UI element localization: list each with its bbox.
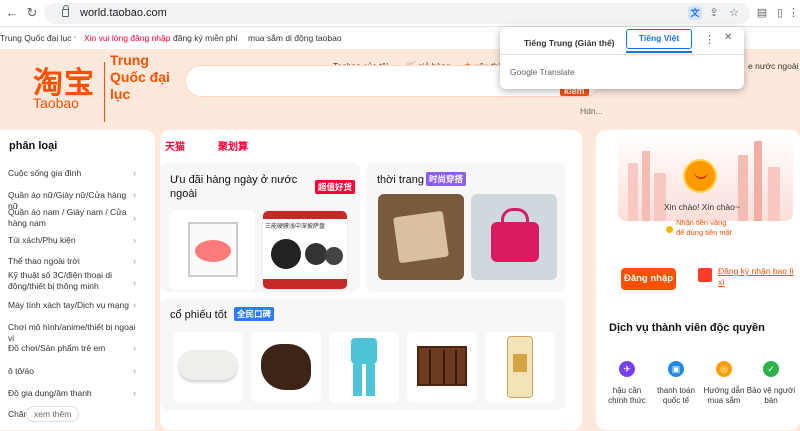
active-tab-indicator <box>626 51 692 53</box>
category-item[interactable]: Chơi mô hình/anime/thiết bị ngoại vi <box>8 322 138 344</box>
pillow-image[interactable] <box>173 332 243 402</box>
overseas-link[interactable]: e nước ngoài <box>748 61 799 71</box>
reload-icon[interactable]: ↻ <box>24 5 40 21</box>
wallet-product-image[interactable] <box>378 194 464 280</box>
category-item[interactable]: ô tô/áo <box>8 366 138 377</box>
tab-tmall[interactable]: 天猫 <box>165 138 185 153</box>
chevron-down-icon: ⌄ <box>72 33 78 40</box>
logo-divider <box>104 62 105 122</box>
chevron-right-icon: › <box>133 366 136 376</box>
mobile-link[interactable]: mua sắm di động taobao <box>248 33 342 43</box>
tab-juhuasuan[interactable]: 聚划算 <box>218 138 248 153</box>
google-translate-brand: Google Translate <box>510 67 575 77</box>
category-item[interactable]: Đồ gia dụng/âm thanh <box>8 388 138 399</box>
login-button[interactable]: Đăng nhập <box>621 268 676 290</box>
chevron-right-icon: › <box>133 168 136 178</box>
daily-deals-badge: 超值好货 <box>315 180 356 194</box>
more-options-icon[interactable]: ⋮ <box>704 33 715 46</box>
browser-toolbar: ← ↻ world.taobao.com 文 ⇪ ☆ ▤ ▯ ⋮ <box>0 0 800 27</box>
category-item[interactable]: Quần áo nam / Giày nam / Cửa hàng nam <box>8 207 138 229</box>
wallet-icon[interactable]: ▣ <box>668 361 684 377</box>
pizza-pan-image[interactable]: 三能硬膜浅中深披萨盘 <box>262 210 348 290</box>
service-payment[interactable]: thanh toán quốc tế <box>651 386 701 406</box>
chevron-right-icon: › <box>133 388 136 398</box>
logo-region-text: Trung Quốc đại lục <box>110 52 170 102</box>
category-title: phân loại <box>9 140 58 152</box>
fashion-title[interactable]: thời trang <box>377 173 424 187</box>
category-item[interactable]: Thể thao ngoài trời <box>8 256 138 267</box>
compass-icon[interactable]: ◎ <box>716 361 732 377</box>
url-text[interactable]: world.taobao.com <box>80 7 167 19</box>
close-icon[interactable]: ✕ <box>724 32 732 43</box>
pajamas-image[interactable] <box>329 332 399 402</box>
chevron-right-icon: › <box>133 213 136 223</box>
translate-icon[interactable]: 文 <box>688 6 702 20</box>
daily-deals-title[interactable]: Ưu đãi hàng ngày ở nước ngoài <box>170 173 310 201</box>
login-link[interactable]: Xin vui lòng đăng nhập <box>84 33 171 43</box>
good-stock-badge: 全民口碑 <box>234 307 275 321</box>
category-item[interactable]: Kỹ thuật số 3C/điện thoại di động/thiết … <box>8 270 138 292</box>
chevron-right-icon: › <box>133 256 136 266</box>
chevron-right-icon: › <box>133 190 136 200</box>
service-seller-protection[interactable]: Bảo vệ người bán <box>746 386 796 406</box>
good-stock-title[interactable]: cổ phiếu tốt <box>170 308 227 322</box>
search-hint: Hdn... <box>580 106 603 116</box>
service-logistics[interactable]: hậu cần chính thức <box>602 386 652 406</box>
tab-target-language[interactable]: Tiếng Việt <box>626 29 692 49</box>
services-title: Dịch vụ thành viên độc quyền <box>609 322 765 334</box>
back-icon[interactable]: ← <box>4 5 20 21</box>
red-envelope-icon <box>698 268 712 282</box>
see-more-button[interactable]: xem thêm <box>26 406 80 422</box>
register-link[interactable]: đăng ký miễn phí <box>173 33 238 43</box>
tab-source-language[interactable]: Tiếng Trung (Giản thể) <box>518 33 621 53</box>
shield-icon[interactable]: ✓ <box>763 361 779 377</box>
coffee-filter-image[interactable] <box>170 210 255 290</box>
greeting-text: Xin chào! Xin chào~ <box>664 202 740 212</box>
avatar[interactable] <box>683 159 717 193</box>
popup-divider <box>500 54 744 55</box>
category-item[interactable]: Đồ chơi/Sản phẩm trẻ em <box>8 343 138 354</box>
category-item[interactable]: Cuộc sống gia đình <box>8 168 138 179</box>
pink-bag-image[interactable] <box>471 194 557 280</box>
perfume-bottle-image[interactable] <box>485 332 555 402</box>
gold-line-2[interactable]: để dùng tiền mặt <box>676 228 732 237</box>
product-tag: 三能硬膜浅中深披萨盘 <box>265 224 326 230</box>
chevron-right-icon: › <box>133 300 136 310</box>
lock-icon[interactable] <box>62 5 69 17</box>
category-item[interactable]: Túi xách/Phụ kiện <box>8 235 138 246</box>
chevron-right-icon: › <box>133 278 136 288</box>
bookmark-star-icon[interactable]: ☆ <box>727 6 741 20</box>
chevron-right-icon: › <box>133 235 136 245</box>
chevron-right-icon: › <box>133 322 136 332</box>
fashion-badge: 时尚穿搭 <box>426 172 467 186</box>
region-selector[interactable]: Trung Quốc đại lục <box>0 33 72 43</box>
translate-popup: Tiếng Trung (Giản thể) Tiếng Việt ⋮ ✕ Go… <box>500 27 744 89</box>
gold-coin-icon <box>666 226 673 233</box>
address-bar[interactable]: world.taobao.com <box>44 3 750 24</box>
register-gift-link[interactable]: Đăng ký nhận bao lì xì <box>718 266 798 288</box>
taobao-logo-en[interactable]: Taobao <box>33 95 79 111</box>
service-guide[interactable]: Hướng dẫn mua sắm <box>699 386 749 406</box>
wood-box-image[interactable] <box>407 332 477 402</box>
avatar-smile <box>694 171 708 179</box>
side-panel-icon[interactable]: ▯ <box>773 6 787 20</box>
share-icon[interactable]: ⇪ <box>707 6 721 20</box>
plane-icon[interactable]: ✈ <box>619 361 635 377</box>
reading-list-icon[interactable]: ▤ <box>755 6 769 20</box>
gold-line-1[interactable]: Nhận tiền vàng <box>676 218 726 227</box>
menu-icon[interactable]: ⋮ <box>788 6 799 20</box>
tea-leaves-image[interactable] <box>251 332 321 402</box>
category-item[interactable]: Máy tính xách tay/Dịch vụ mạng <box>8 300 138 311</box>
chevron-right-icon: › <box>133 343 136 353</box>
